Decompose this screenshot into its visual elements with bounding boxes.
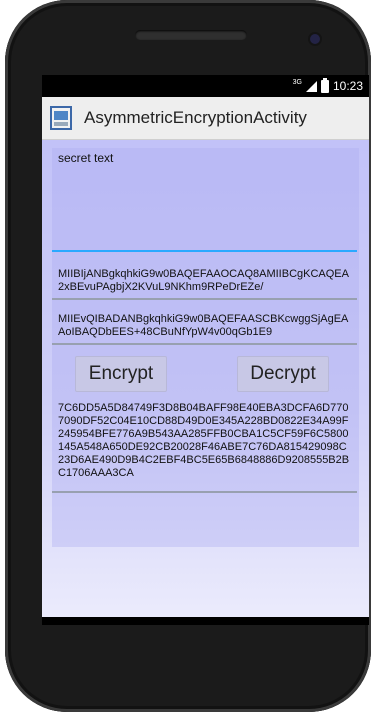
navigation-bar — [42, 617, 369, 625]
network-type-label: 3G — [292, 78, 302, 86]
device-screen: 3G 10:23 AsymmetricEncryptionActivity se… — [42, 75, 369, 625]
phone-frame: 3G 10:23 AsymmetricEncryptionActivity se… — [5, 0, 371, 712]
battery-icon — [320, 77, 329, 93]
status-icons: 3G 10:23 — [292, 77, 363, 93]
status-bar: 3G 10:23 — [42, 75, 369, 97]
activity-title: AsymmetricEncryptionActivity — [84, 108, 307, 127]
app-launcher-icon — [50, 106, 72, 130]
speaker-grille — [135, 30, 247, 40]
plain-text-input[interactable]: secret text — [52, 148, 357, 252]
decrypt-button[interactable]: Decrypt — [237, 356, 329, 392]
signal-icon — [305, 80, 317, 92]
front-camera — [310, 34, 320, 44]
encrypt-button[interactable]: Encrypt — [75, 356, 167, 392]
main-content: secret text MIIBIjANBgkqhkiG9w0BAQEFAAOC… — [42, 140, 369, 617]
status-time: 10:23 — [332, 79, 363, 93]
cipher-text-output[interactable]: 7C6DD5A5D84749F3D8B04BAFF98E40EBA3DCFA6D… — [52, 399, 357, 493]
action-bar: AsymmetricEncryptionActivity — [42, 97, 369, 140]
public-key-field[interactable]: MIIBIjANBgkqhkiG9w0BAQEFAAOCAQ8AMIIBCgKC… — [52, 264, 357, 300]
private-key-field[interactable]: MIIEvQIBADANBgkqhkiG9w0BAQEFAASCBKcwggSj… — [52, 309, 357, 345]
